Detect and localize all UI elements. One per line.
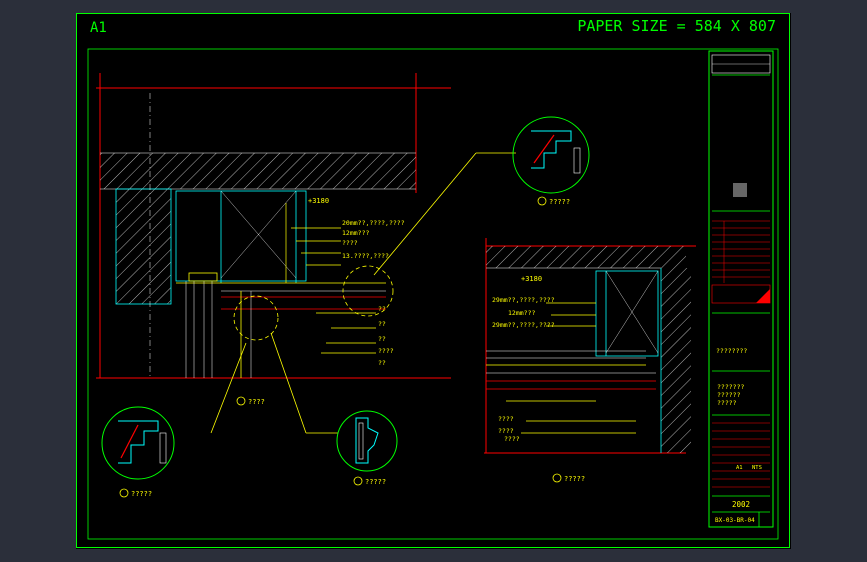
title-scale: A1 <box>736 465 743 471</box>
title-sheet-title-3: ????? <box>717 399 737 407</box>
right-note-5: ???? <box>498 427 514 435</box>
main-note-2: 12mm??? <box>342 229 369 237</box>
main-section-detail: +3180 20mm??,????,???? 12mm??? ???? 13.?… <box>96 73 516 434</box>
callout-detail-top: ????? <box>512 116 590 206</box>
right-level-tag: +3180 <box>521 275 542 283</box>
title-drawing-no: 2002 <box>732 500 750 509</box>
paper-size-label: PAPER SIZE = 584 X 807 <box>577 17 776 35</box>
main-note-8: ???? <box>378 347 394 355</box>
main-level-tag: +3180 <box>308 197 329 205</box>
main-note-1: 20mm??,????,???? <box>342 219 405 227</box>
main-note-9: ?? <box>378 359 386 367</box>
callout-left-caption: ????? <box>131 490 152 498</box>
right-note-3: 29mm??,????,???? <box>492 321 555 329</box>
right-detail-caption: ????? <box>564 475 585 483</box>
callout-detail-left: ????? <box>101 406 175 498</box>
main-detail-caption: ???? <box>248 398 265 406</box>
right-note-2: 12mm??? <box>508 309 535 317</box>
right-section-detail: +3180 29mm??,????,???? 12mm??? 29mm??,??… <box>484 238 696 483</box>
sheet-size-label: A1 <box>90 20 107 36</box>
callout-top-caption: ????? <box>549 198 570 206</box>
title-sheet-code: BX-03-BR-04 <box>715 517 755 524</box>
main-note-7: ?? <box>378 335 386 343</box>
drawing-sheet: A1 PAPER SIZE = 584 X 807 +3180 20mm??,?… <box>76 13 791 549</box>
title-sheet-title-1: ??????? <box>717 383 744 391</box>
title-project-label: ???????? <box>716 347 747 355</box>
right-note-4: ???? <box>498 415 514 423</box>
main-note-4: 13.????,???? <box>342 252 389 260</box>
title-sheet-title-2: ?????? <box>717 391 741 399</box>
callout-right-caption: ????? <box>365 478 386 486</box>
title-block: ???????? ??????? ?????? ????? A1 NTS 200… <box>708 50 774 528</box>
callout-detail-right: ????? <box>336 410 398 486</box>
cad-canvas: A1 PAPER SIZE = 584 X 807 +3180 20mm??,?… <box>76 13 790 548</box>
title-ratio: NTS <box>752 465 762 471</box>
main-note-6: ?? <box>378 320 386 328</box>
main-note-3: ???? <box>342 239 358 247</box>
seal-mark <box>733 183 747 197</box>
right-note-1: 29mm??,????,???? <box>492 296 555 304</box>
right-note-6: ???? <box>504 435 520 443</box>
main-note-5: ?? <box>378 305 386 313</box>
